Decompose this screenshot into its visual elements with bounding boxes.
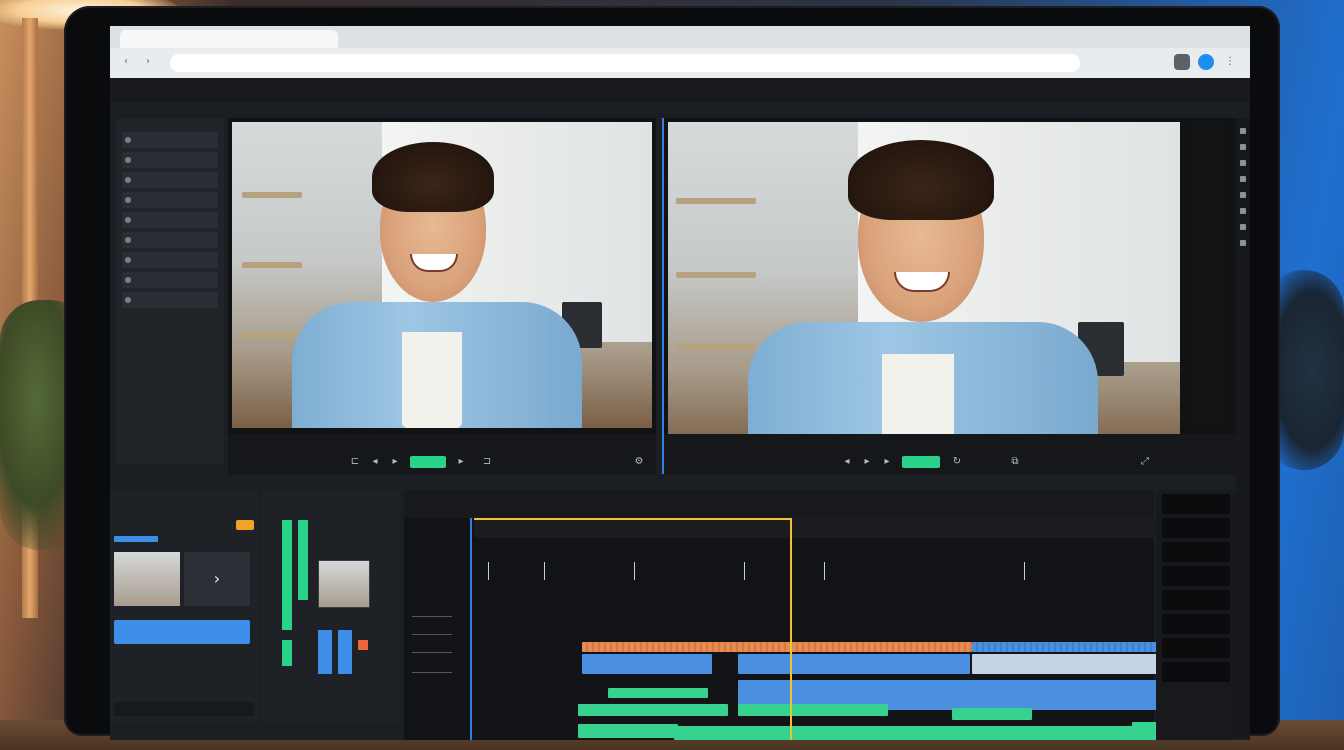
media-browser-item[interactable]: [122, 232, 218, 248]
program-viewer-controls: ◂ ▸ ▸ ↻ ⧉ ⤢: [664, 434, 1238, 474]
back-icon[interactable]: ‹: [118, 54, 134, 70]
program-viewer: ◂ ▸ ▸ ↻ ⧉ ⤢: [662, 118, 1238, 474]
browser-toolbar: ‹ › ⋮: [110, 26, 1250, 78]
timeline-marker[interactable]: [1024, 562, 1025, 580]
audio-meter: [1162, 662, 1230, 682]
background-shelf: [676, 344, 756, 350]
extension-icon[interactable]: [1174, 54, 1190, 70]
media-browser-item[interactable]: [122, 192, 218, 208]
playhead[interactable]: [790, 518, 792, 740]
loop-icon[interactable]: ↻: [950, 456, 964, 468]
effect-slider[interactable]: [338, 630, 352, 674]
track-header[interactable]: [412, 634, 452, 643]
play-icon[interactable]: ▸: [388, 456, 402, 468]
audio-level-bar: [282, 520, 292, 630]
monitor-screen: ‹ › ⋮ ⊏ ◂ ▸ ▸ ⊐ ⚙ ◂ ▸ ▸ ↻ ⧉ ⤢ ›: [110, 26, 1250, 740]
profile-avatar[interactable]: [1198, 54, 1214, 70]
effect-keyframe-icon[interactable]: [358, 640, 368, 650]
clip-thumbnail[interactable]: [114, 552, 180, 606]
source-video-frame[interactable]: [232, 122, 652, 428]
project-tab-indicator[interactable]: [114, 536, 158, 542]
forward-icon[interactable]: ›: [140, 54, 156, 70]
track-header[interactable]: [412, 616, 452, 625]
timeline-clip-orange[interactable]: [582, 642, 972, 652]
audio-meter: [1162, 542, 1230, 562]
audio-meters-panel: [1156, 490, 1236, 740]
step-back-icon[interactable]: ◂: [840, 456, 854, 468]
more-menu-icon[interactable]: ⋮: [1222, 54, 1238, 70]
timeline-clip-green[interactable]: [578, 704, 728, 716]
effect-preview-thumbnail[interactable]: [318, 560, 370, 608]
media-browser-item[interactable]: [122, 252, 218, 268]
program-side-tools: [1192, 122, 1228, 422]
timeline-clip-blue[interactable]: [738, 654, 970, 674]
export-frame-icon[interactable]: ⧉: [1008, 456, 1022, 468]
media-browser-item[interactable]: [122, 132, 218, 148]
settings-icon[interactable]: ⚙: [632, 456, 646, 468]
timeline-marker[interactable]: [824, 562, 825, 580]
timeline-marker[interactable]: [634, 562, 635, 580]
timeline-header: [404, 490, 1154, 518]
background-shelf: [242, 262, 302, 268]
effect-slider[interactable]: [318, 630, 332, 674]
media-browser-item[interactable]: [122, 172, 218, 188]
media-browser-item[interactable]: [122, 272, 218, 288]
timeline-ruler[interactable]: [474, 518, 1154, 538]
play-icon[interactable]: ▸: [860, 456, 874, 468]
background-shelf: [242, 332, 302, 338]
timeline-clip-green[interactable]: [738, 704, 888, 716]
media-browser-item[interactable]: [122, 212, 218, 228]
audio-meter: [1162, 494, 1230, 514]
step-forward-icon[interactable]: ▸: [880, 456, 894, 468]
media-browser-item[interactable]: [122, 292, 218, 308]
right-toolbar: [1236, 118, 1250, 738]
audio-level-bar: [298, 520, 308, 600]
step-back-icon[interactable]: ◂: [368, 456, 382, 468]
effects-panel: [262, 490, 400, 722]
menu-bar: [110, 78, 1250, 102]
step-forward-icon[interactable]: ▸: [454, 456, 468, 468]
in-point-line[interactable]: [470, 518, 472, 740]
background-shelf: [242, 192, 302, 198]
browser-tab[interactable]: [120, 30, 338, 48]
source-viewer-controls: ⊏ ◂ ▸ ▸ ⊐ ⚙: [228, 434, 656, 474]
audio-meter: [1162, 638, 1230, 658]
program-video-frame[interactable]: [668, 122, 1180, 452]
audio-meter: [1162, 566, 1230, 586]
timeline-clip-green[interactable]: [608, 688, 708, 698]
playhead-range[interactable]: [474, 518, 792, 520]
audio-meter: [1162, 590, 1230, 610]
timeline-marker[interactable]: [744, 562, 745, 580]
address-bar[interactable]: [170, 54, 1080, 72]
source-viewer: ⊏ ◂ ▸ ▸ ⊐ ⚙: [228, 118, 656, 474]
timeline-clip-blue[interactable]: [582, 654, 712, 674]
timeline-marker[interactable]: [488, 562, 489, 580]
audio-level-bar: [282, 640, 292, 666]
project-panel: ›: [110, 490, 258, 722]
timeline-panel: [404, 490, 1226, 740]
media-browser-panel: [116, 118, 224, 464]
background-shelf: [676, 198, 756, 204]
add-media-button[interactable]: [114, 620, 250, 644]
timeline-clip-green[interactable]: [578, 724, 678, 738]
fullscreen-icon[interactable]: ⤢: [1138, 456, 1152, 468]
track-header[interactable]: [412, 652, 452, 661]
timeline-clip-green[interactable]: [952, 708, 1032, 720]
timeline-marker[interactable]: [544, 562, 545, 580]
audio-meter: [1162, 518, 1230, 538]
background-shelf: [676, 272, 756, 278]
track-header[interactable]: [412, 672, 452, 681]
project-footer: [114, 702, 254, 716]
video-editor-app: ⊏ ◂ ▸ ▸ ⊐ ⚙ ◂ ▸ ▸ ↻ ⧉ ⤢ ›: [110, 78, 1250, 740]
audio-meter: [1162, 614, 1230, 634]
mark-in-icon[interactable]: ⊏: [348, 456, 362, 468]
insert-button[interactable]: [410, 456, 446, 468]
track-headers: [404, 550, 468, 740]
project-badge[interactable]: [236, 520, 254, 530]
overwrite-button[interactable]: [902, 456, 940, 468]
mark-out-icon[interactable]: ⊐: [480, 456, 494, 468]
media-browser-item[interactable]: [122, 152, 218, 168]
play-thumbnail-icon[interactable]: ›: [184, 552, 250, 606]
browser-tabstrip: [110, 26, 1250, 48]
